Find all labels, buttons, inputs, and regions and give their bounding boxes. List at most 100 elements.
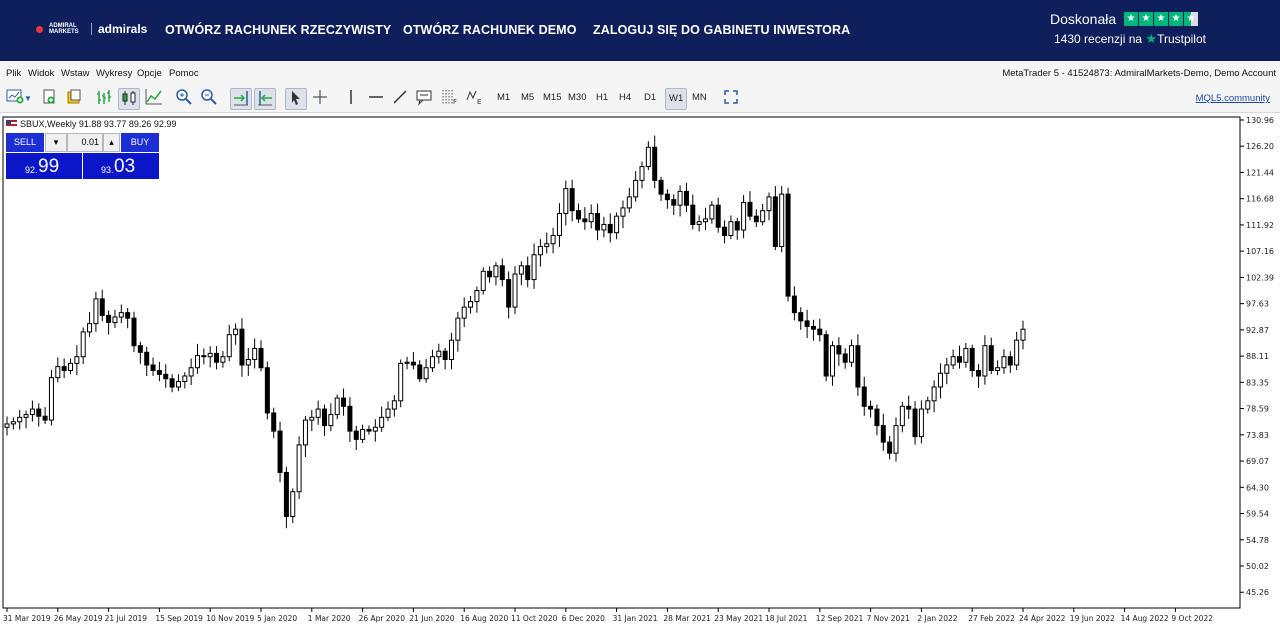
candle-body — [23, 414, 29, 418]
text-icon[interactable] — [413, 88, 435, 110]
chart-shift-icon[interactable] — [254, 88, 276, 110]
candle-body — [264, 367, 270, 414]
candle-body — [499, 265, 505, 281]
bar-chart-icon[interactable] — [93, 88, 115, 110]
buy-price-big: 03 — [114, 156, 136, 177]
trustpilot-star-icon: ★ — [1145, 31, 1158, 46]
elliott-icon[interactable]: E — [463, 88, 485, 110]
lot-size-input[interactable]: 0.01 — [67, 133, 103, 152]
dropdown-arrow-icon[interactable]: ▼ — [22, 88, 34, 110]
candle-body — [518, 265, 524, 275]
y-tick-label: 64.30 — [1246, 483, 1269, 492]
chart-window[interactable]: 130.96 126.20 121.44 116.68 111.92 107.16 102.… — [2, 116, 1278, 626]
candle-body — [849, 345, 855, 363]
candlestick-icon[interactable] — [118, 88, 140, 110]
timeframe-m15[interactable]: M15 — [543, 92, 561, 103]
line-chart-icon[interactable] — [143, 88, 165, 110]
sell-button[interactable]: SELL — [6, 133, 44, 152]
autoscroll-icon[interactable] — [230, 88, 252, 110]
timeframe-m30[interactable]: M30 — [568, 92, 586, 103]
y-tick-label: 97.63 — [1246, 300, 1269, 309]
candle-body — [296, 444, 302, 493]
y-tick-label: 73.83 — [1246, 431, 1269, 440]
timeframe-h4[interactable]: H4 — [619, 92, 631, 103]
candle-body — [195, 355, 200, 369]
crosshair-icon[interactable] — [309, 88, 331, 110]
menu-charts[interactable]: Wykresy — [96, 68, 132, 79]
candle-body — [791, 295, 797, 314]
timeframe-m5[interactable]: M5 — [521, 92, 534, 103]
candle-body — [277, 430, 283, 473]
open-real-account-link[interactable]: OTWÓRZ RACHUNEK RZECZYWISTY — [165, 23, 391, 37]
menu-insert[interactable]: Wstaw — [61, 68, 90, 79]
candle-body — [1001, 356, 1007, 369]
candle-body — [385, 408, 391, 418]
menu-file[interactable]: Plik — [6, 68, 21, 79]
candle-body — [842, 353, 848, 363]
candle-body — [106, 314, 112, 324]
candle-body — [55, 366, 61, 379]
candle-body — [201, 355, 207, 358]
timeframe-mn[interactable]: MN — [692, 92, 707, 103]
star-icon: ★ — [1154, 12, 1168, 26]
lot-decrease-button[interactable]: ▾ — [45, 133, 67, 152]
menu-view[interactable]: Widok — [28, 68, 54, 79]
candle-body — [779, 193, 785, 248]
price-chart[interactable]: 130.96 126.20 121.44 116.68 111.92 107.16 102.… — [2, 116, 1278, 626]
cursor-icon[interactable] — [285, 88, 307, 110]
mql5-community-link[interactable]: MQL5.community — [1196, 93, 1270, 104]
lot-increase-button[interactable]: ▴ — [103, 133, 120, 152]
candle-body — [379, 416, 385, 428]
x-tick-label: 31 Jan 2021 — [613, 614, 658, 623]
profiles-icon[interactable] — [38, 88, 60, 110]
candle-body — [410, 361, 416, 366]
candle-body — [645, 146, 651, 168]
candle-body — [36, 408, 42, 417]
svg-text:F: F — [453, 98, 457, 106]
candle-body — [487, 270, 493, 278]
candle-body — [429, 356, 435, 369]
y-tick-label: 54.78 — [1246, 536, 1269, 545]
candle-body — [741, 201, 747, 231]
admirals-logo[interactable]: ADMIRAL MARKETS admirals — [36, 22, 147, 36]
x-tick-label: 7 Nov 2021 — [867, 614, 910, 623]
candle-body — [696, 221, 702, 225]
candle-body — [906, 405, 912, 410]
candle-body — [912, 408, 918, 438]
templates-icon[interactable] — [63, 88, 85, 110]
vertical-line-icon[interactable] — [340, 88, 362, 110]
zoom-out-icon[interactable] — [198, 88, 220, 110]
candle-body — [137, 345, 143, 353]
zoom-in-icon[interactable] — [173, 88, 195, 110]
open-demo-account-link[interactable]: OTWÓRZ RACHUNEK DEMO — [403, 23, 577, 37]
menu-options[interactable]: Opcje — [137, 68, 162, 79]
buy-button[interactable]: BUY — [121, 133, 159, 152]
fullscreen-icon[interactable] — [720, 88, 742, 110]
candle-body — [315, 408, 321, 418]
x-tick-label: 27 Feb 2022 — [968, 614, 1015, 623]
trendline-icon[interactable] — [389, 88, 411, 110]
timeframe-d1[interactable]: D1 — [644, 92, 656, 103]
timeframe-m1[interactable]: M1 — [497, 92, 510, 103]
plot-frame — [2, 116, 1241, 609]
timeframe-w1[interactable]: W1 — [665, 88, 688, 110]
x-tick-label: 14 Aug 2022 — [1121, 614, 1169, 623]
x-tick-label: 24 Apr 2022 — [1019, 614, 1066, 623]
x-tick-label: 15 Sep 2019 — [155, 614, 203, 623]
candle-body — [118, 312, 124, 318]
candle-body — [861, 386, 867, 407]
timeframe-h1[interactable]: H1 — [596, 92, 608, 103]
one-click-trading-panel: SELL ▾ 0.01 ▴ BUY 92. 99 93. 03 — [6, 133, 159, 179]
logo-small-text: ADMIRAL MARKETS — [49, 23, 79, 35]
x-tick-label: 23 May 2021 — [714, 614, 763, 623]
y-tick-label: 121.44 — [1246, 168, 1274, 177]
fibonacci-icon[interactable]: F — [438, 88, 460, 110]
sell-price[interactable]: 92. 99 — [6, 153, 82, 179]
candle-body — [372, 426, 378, 432]
horizontal-line-icon[interactable] — [365, 88, 387, 110]
investor-login-link[interactable]: ZALOGUJ SIĘ DO GABINETU INWESTORA — [593, 23, 850, 37]
candle-body — [963, 347, 969, 363]
menu-help[interactable]: Pomoc — [169, 68, 199, 79]
buy-price[interactable]: 93. 03 — [83, 153, 159, 179]
candle-body — [817, 328, 823, 336]
